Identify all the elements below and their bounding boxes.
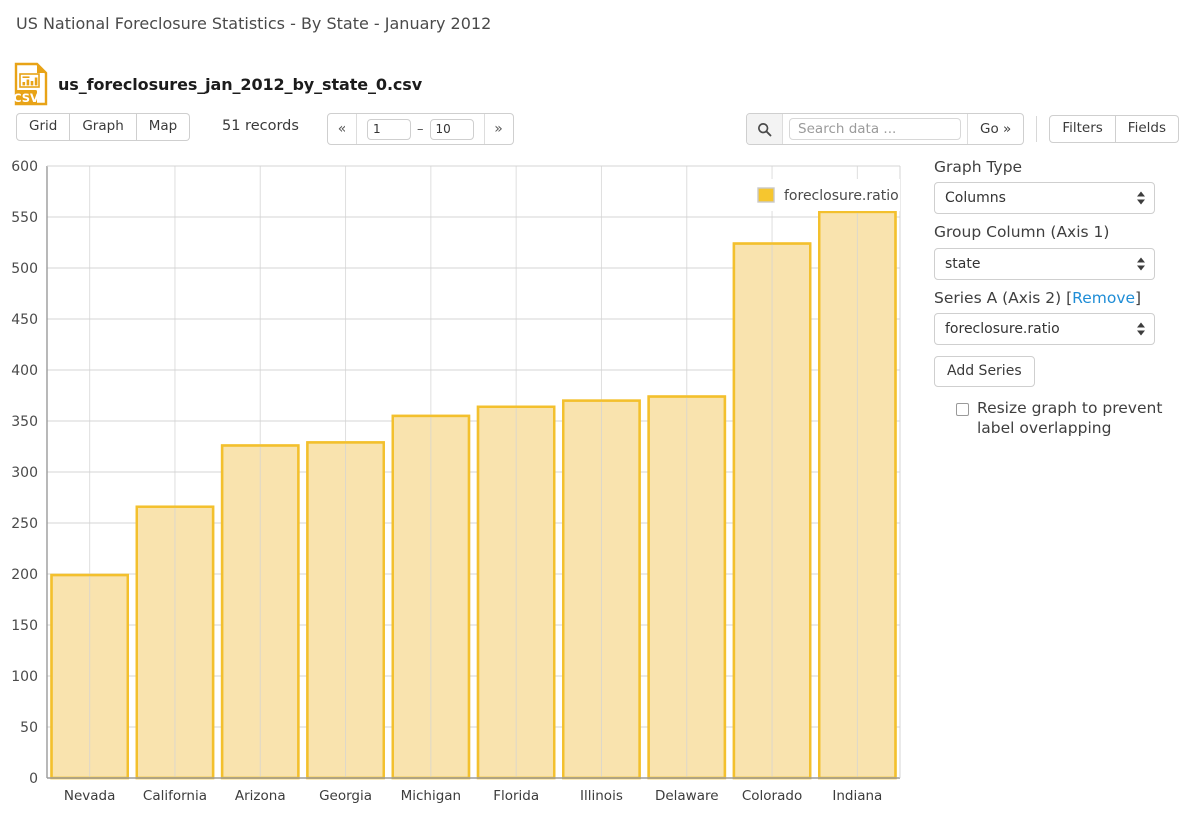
- y-axis-tick-label: 550: [11, 210, 38, 226]
- records-count: 51 records: [222, 118, 299, 134]
- view-map-button[interactable]: Map: [136, 113, 191, 141]
- pagination: « – »: [327, 113, 514, 145]
- series-a-remove-link[interactable]: Remove: [1072, 289, 1135, 307]
- legend-label: foreclosure.ratio: [784, 188, 899, 204]
- x-axis-tick-label: Georgia: [319, 788, 372, 804]
- y-axis-tick-label: 0: [29, 771, 38, 787]
- view-graph-button[interactable]: Graph: [70, 113, 137, 141]
- resize-graph-option: Resize graph to prevent label overlappin…: [934, 399, 1174, 439]
- chevron-updown-icon: [1137, 322, 1145, 336]
- file-name: us_foreclosures_jan_2012_by_state_0.csv: [58, 74, 423, 94]
- view-switcher: Grid Graph Map: [16, 113, 191, 141]
- x-axis-tick-label: Michigan: [401, 788, 462, 804]
- pagination-next-button[interactable]: »: [485, 114, 513, 144]
- search-icon[interactable]: [747, 114, 784, 144]
- series-a-select[interactable]: foreclosure.ratio: [934, 313, 1155, 346]
- group-column-value: state: [945, 255, 981, 272]
- y-axis-tick-label: 350: [11, 414, 38, 430]
- y-axis-tick-label: 400: [11, 363, 38, 379]
- series-a-label-text: Series A (Axis 2) [: [934, 288, 1073, 307]
- bar-chart: 0 50 100 150 200 250 300 350 400 450 500 550 600 Neva…: [0, 155, 920, 815]
- graph-type-label: Graph Type: [934, 158, 1023, 176]
- filters-fields-group: Filters Fields: [1049, 115, 1179, 143]
- search-input[interactable]: [789, 118, 962, 140]
- y-axis-tick-label: 600: [11, 159, 38, 175]
- x-axis-tick-label: California: [143, 788, 207, 804]
- file-header: CSV us_foreclosures_jan_2012_by_state_0.…: [14, 62, 422, 106]
- graph-type-select[interactable]: Columns: [934, 182, 1155, 215]
- resize-graph-checkbox[interactable]: [956, 403, 969, 417]
- y-axis-tick-label: 50: [20, 720, 38, 736]
- pagination-prev-button[interactable]: «: [328, 114, 356, 144]
- y-axis-tick-label: 300: [11, 465, 38, 481]
- graph-page: US National Foreclosure Statistics - By …: [0, 0, 1195, 822]
- y-axis-tick-label: 450: [11, 312, 38, 328]
- y-axis-tick-label: 500: [11, 261, 38, 277]
- chevron-updown-icon: [1137, 191, 1145, 205]
- x-axis-tick-label: Indiana: [832, 788, 882, 804]
- x-axis-tick-label: Colorado: [742, 788, 802, 804]
- chevron-updown-icon: [1137, 257, 1145, 271]
- chart-legend: foreclosure.ratio: [748, 179, 900, 211]
- x-axis-tick-label: Delaware: [655, 788, 719, 804]
- chart-svg: 0 50 100 150 200 250 300 350 400 450 500 550 600 Neva…: [11, 159, 901, 804]
- pagination-from-input[interactable]: [367, 118, 411, 140]
- search-cluster: Go » Filters Fields: [746, 113, 1179, 145]
- y-axis-tick-label: 250: [11, 516, 38, 532]
- graph-options-panel: Graph Type Columns Group Column (Axis 1)…: [934, 158, 1174, 439]
- fields-button[interactable]: Fields: [1115, 115, 1179, 143]
- filters-button[interactable]: Filters: [1049, 115, 1116, 143]
- y-axis-tick-label: 100: [11, 669, 38, 685]
- toolbar-divider: [1036, 116, 1038, 142]
- search-box: Go »: [746, 113, 1025, 145]
- x-axis-tick-label: Arizona: [235, 788, 286, 804]
- resize-graph-label: Resize graph to prevent label overlappin…: [977, 399, 1163, 437]
- csv-file-icon: CSV: [14, 62, 48, 106]
- pagination-range: –: [357, 118, 484, 140]
- graph-type-value: Columns: [945, 190, 1006, 207]
- x-axis-tick-label: Illinois: [580, 788, 623, 804]
- pagination-dash: –: [417, 121, 424, 137]
- x-axis-tick-label: Nevada: [64, 788, 116, 804]
- group-column-select[interactable]: state: [934, 247, 1155, 280]
- toolbar: Grid Graph Map 51 records « – »: [16, 113, 1179, 145]
- series-a-value: foreclosure.ratio: [945, 321, 1060, 338]
- page-title: US National Foreclosure Statistics - By …: [16, 14, 492, 33]
- y-axis-tick-label: 200: [11, 567, 38, 583]
- view-grid-button[interactable]: Grid: [16, 113, 71, 141]
- y-axis-tick-label: 150: [11, 618, 38, 634]
- svg-text:CSV: CSV: [14, 91, 39, 105]
- pagination-to-input[interactable]: [429, 118, 474, 140]
- group-column-label: Group Column (Axis 1): [934, 223, 1110, 242]
- x-axis-tick-label: Florida: [493, 788, 539, 804]
- search-go-button[interactable]: Go »: [968, 114, 1023, 144]
- series-a-label-end: ]: [1135, 288, 1142, 307]
- series-a-label: Series A (Axis 2) [Remove]: [934, 289, 1174, 308]
- add-series-button[interactable]: Add Series: [934, 356, 1035, 388]
